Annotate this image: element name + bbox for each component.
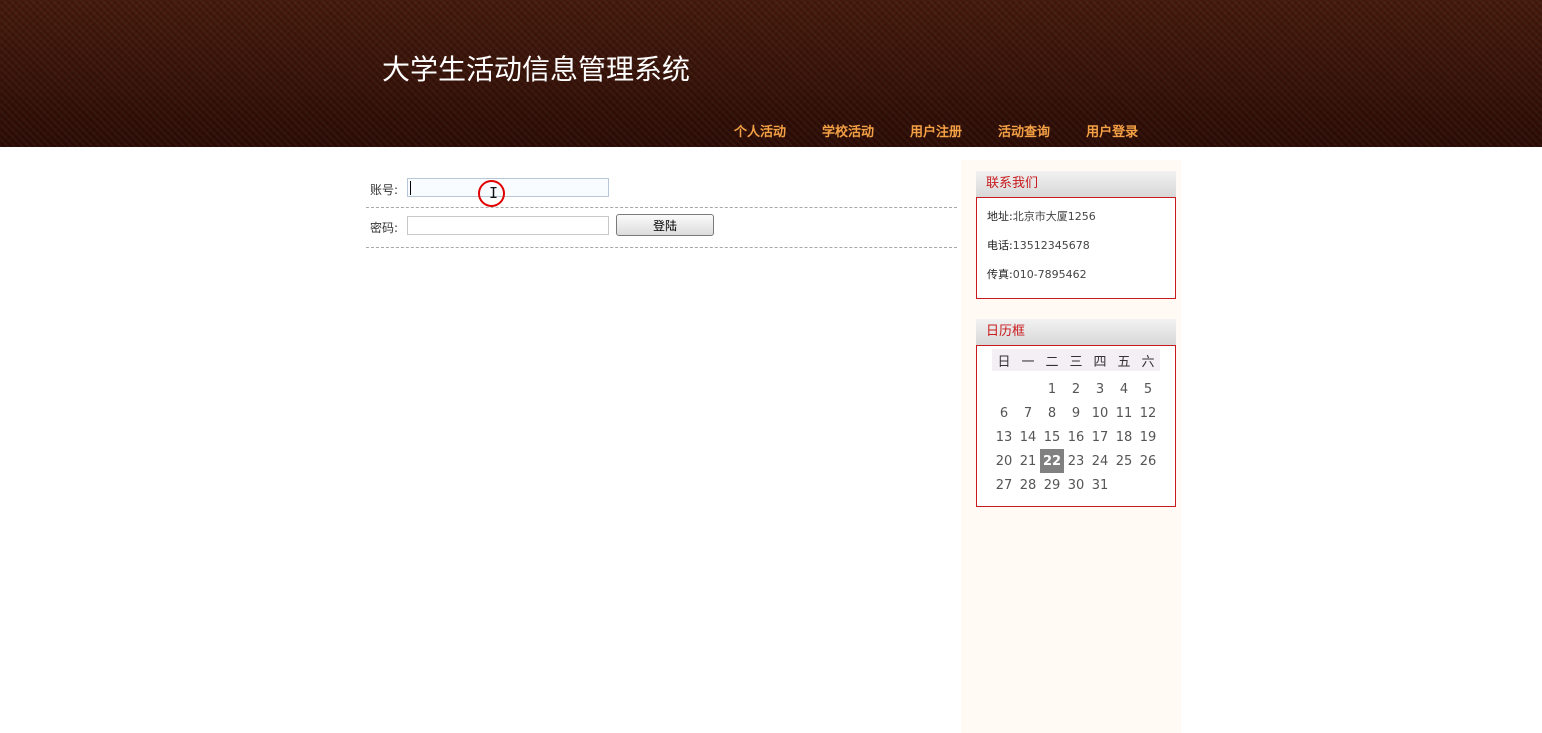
contact-fax: 传真:010-7895462 <box>987 268 1087 282</box>
calendar-day[interactable]: 1 <box>1040 371 1064 401</box>
weekday-fri: 五 <box>1112 349 1136 371</box>
weekday-thu: 四 <box>1088 349 1112 371</box>
sidebar: 联系我们 地址:北京市大厦1256 电话:13512345678 传真:010-… <box>961 160 1181 733</box>
calendar-day[interactable]: 9 <box>1064 401 1088 425</box>
calendar-day[interactable]: 18 <box>1112 425 1136 449</box>
contact-title: 联系我们 <box>976 171 1176 197</box>
calendar-day[interactable]: 3 <box>1088 371 1112 401</box>
calendar-week-row: 12345 <box>992 371 1160 401</box>
calendar-day[interactable]: 13 <box>992 425 1016 449</box>
address-label: 地址: <box>987 210 1013 223</box>
account-label: 账号: <box>370 183 399 197</box>
address-value: 北京市大厦1256 <box>1012 210 1096 223</box>
calendar-day[interactable]: 6 <box>992 401 1016 425</box>
password-label: 密码: <box>370 221 399 235</box>
weekday-wed: 三 <box>1064 349 1088 371</box>
calendar-day[interactable]: 23 <box>1064 449 1088 473</box>
calendar-week-row: 6 7 8 9 10 11 12 <box>992 401 1160 425</box>
nav-item-user-register[interactable]: 用户注册 <box>898 124 974 144</box>
contact-box: 地址:北京市大厦1256 电话:13512345678 传真:010-78954… <box>976 197 1176 299</box>
weekday-sun: 日 <box>992 349 1016 371</box>
calendar-day[interactable]: 11 <box>1112 401 1136 425</box>
calendar-day[interactable]: 21 <box>1016 449 1040 473</box>
calendar-day[interactable]: 12 <box>1136 401 1160 425</box>
calendar-day[interactable]: 29 <box>1040 473 1064 497</box>
calendar-day[interactable]: 17 <box>1088 425 1112 449</box>
calendar-day[interactable]: 20 <box>992 449 1016 473</box>
calendar-weekday-row: 日 一 二 三 四 五 六 <box>992 349 1160 371</box>
calendar-title: 日历框 <box>976 319 1176 345</box>
phone-value: 13512345678 <box>1012 239 1090 252</box>
calendar-day[interactable]: 5 <box>1136 371 1160 401</box>
calendar-day[interactable]: 31 <box>1088 473 1112 497</box>
ibeam-cursor-icon: I <box>489 184 499 202</box>
calendar-empty-cell <box>1136 473 1160 497</box>
nav-item-school-activities[interactable]: 学校活动 <box>810 124 886 144</box>
account-row: 账号: I <box>366 170 957 208</box>
calendar-day[interactable]: 15 <box>1040 425 1064 449</box>
phone-label: 电话: <box>987 239 1013 252</box>
contact-address: 地址:北京市大厦1256 <box>987 210 1096 224</box>
calendar-day[interactable]: 4 <box>1112 371 1136 401</box>
site-header: 大学生活动信息管理系统 个人活动 学校活动 用户注册 活动查询 用户登录 <box>0 0 1542 147</box>
site-title: 大学生活动信息管理系统 <box>382 53 691 86</box>
nav-item-activity-search[interactable]: 活动查询 <box>986 124 1062 144</box>
calendar-box: 日 一 二 三 四 五 六 1 2 3 4 5 6 7 8 9 10 11 12 13 14 15 16 17 1… <box>976 345 1176 507</box>
calendar-day[interactable]: 8 <box>1040 401 1064 425</box>
calendar-day-today[interactable]: 22 <box>1040 449 1064 473</box>
calendar-day[interactable]: 28 <box>1016 473 1040 497</box>
calendar-day[interactable]: 16 <box>1064 425 1088 449</box>
calendar-empty-cell <box>1016 371 1040 401</box>
nav-item-user-login[interactable]: 用户登录 <box>1074 124 1150 144</box>
calendar-day[interactable]: 26 <box>1136 449 1160 473</box>
calendar-empty-cell <box>1112 473 1136 497</box>
password-input[interactable] <box>407 216 609 235</box>
fax-value: 010-7895462 <box>1012 268 1087 281</box>
nav-item-personal-activities[interactable]: 个人活动 <box>722 124 798 144</box>
login-button[interactable]: 登陆 <box>616 214 714 236</box>
calendar-empty-cell <box>992 371 1016 401</box>
calendar-week-row: 27 28 29 30 31 <box>992 473 1160 497</box>
calendar-day[interactable]: 19 <box>1136 425 1160 449</box>
login-form: 账号: I 密码: 登陆 <box>366 170 957 248</box>
calendar-day[interactable]: 7 <box>1016 401 1040 425</box>
calendar-days: 1 2 3 4 5 6 7 8 9 10 11 12 13 14 15 16 17 18 19 20 21 22 23 24 2… <box>992 371 1160 497</box>
fax-label: 传真: <box>987 268 1013 281</box>
weekday-tue: 二 <box>1040 349 1064 371</box>
calendar-day[interactable]: 14 <box>1016 425 1040 449</box>
calendar-week-row: 20 21 22 23 24 25 26 <box>992 449 1160 473</box>
calendar-day[interactable]: 10 <box>1088 401 1112 425</box>
text-caret <box>410 181 411 195</box>
contact-phone: 电话:13512345678 <box>987 239 1090 253</box>
main-nav: 个人活动 学校活动 用户注册 活动查询 用户登录 <box>722 124 1162 144</box>
account-input[interactable] <box>407 178 609 197</box>
calendar-day[interactable]: 25 <box>1112 449 1136 473</box>
password-row: 密码: 登陆 <box>366 208 957 248</box>
calendar-day[interactable]: 27 <box>992 473 1016 497</box>
calendar-day[interactable]: 24 <box>1088 449 1112 473</box>
weekday-mon: 一 <box>1016 349 1040 371</box>
calendar-week-row: 13 14 15 16 17 18 19 <box>992 425 1160 449</box>
calendar-day[interactable]: 30 <box>1064 473 1088 497</box>
calendar-table: 日 一 二 三 四 五 六 1 2 3 4 5 6 7 8 9 10 11 12 13 14 15 16 17 1… <box>992 349 1160 497</box>
calendar-day[interactable]: 2 <box>1064 371 1088 401</box>
weekday-sat: 六 <box>1136 349 1160 371</box>
